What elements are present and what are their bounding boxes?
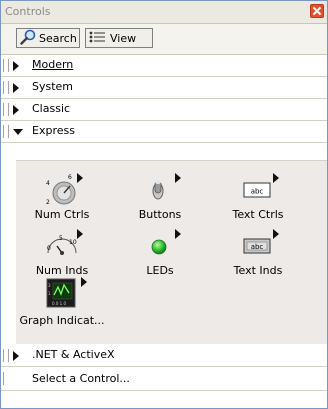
drag-grip-icon[interactable] (3, 349, 9, 362)
submenu-arrow-icon[interactable] (81, 277, 87, 287)
drag-grip-icon[interactable] (3, 125, 9, 138)
palette-toolbar: Search View (1, 24, 327, 55)
graph-icon: 3 1 0.0 1.0 (44, 277, 87, 311)
knob-dial-icon: 4 2 6 (46, 173, 83, 206)
palette-item-label: LEDs (146, 264, 174, 277)
category-classic[interactable]: Classic (1, 99, 327, 121)
category-express[interactable]: Express (1, 121, 327, 143)
expand-arrow-icon[interactable] (13, 105, 19, 115)
gauge-icon: 0 5 10 (46, 229, 83, 261)
view-button[interactable]: View (85, 28, 153, 48)
controls-palette-window: Controls Search View Modern System Class… (0, 0, 328, 409)
magnifier-icon (20, 29, 36, 48)
palette-item-label: Buttons (138, 208, 182, 221)
svg-text:6: 6 (68, 174, 72, 181)
palette-item-num-ctrls[interactable]: 4 2 6 Num Ctrls (22, 173, 102, 221)
drag-grip-icon[interactable] (3, 372, 5, 385)
palette-item-graph-indicators[interactable]: 3 1 0.0 1.0 Graph Indicat... (16, 277, 108, 327)
svg-text:2: 2 (46, 199, 50, 205)
palette-item-buttons[interactable]: Buttons (120, 173, 200, 221)
svg-text:0.0 1.0: 0.0 1.0 (52, 301, 66, 306)
category-label: Modern (32, 58, 74, 71)
text-indicator-icon: abc (242, 229, 279, 261)
gauge-tick-label: 0 (47, 245, 51, 252)
select-a-control-item[interactable]: Select a Control... (1, 368, 327, 391)
palette-item-num-inds[interactable]: 0 5 10 Num Inds (22, 229, 102, 277)
search-label: Search (39, 31, 77, 45)
drag-grip-icon[interactable] (3, 103, 9, 116)
category-label: Express (32, 124, 75, 137)
submenu-arrow-icon[interactable] (273, 173, 279, 183)
submenu-arrow-icon[interactable] (175, 173, 181, 183)
category-label: Classic (32, 102, 71, 115)
submenu-arrow-icon[interactable] (273, 229, 279, 239)
expand-arrow-icon[interactable] (13, 83, 19, 93)
text-box-icon: abc (242, 173, 279, 205)
text-indicator-glyph: abc (251, 243, 264, 251)
palette-item-label: Num Ctrls (34, 208, 90, 221)
select-a-control-label: Select a Control... (32, 372, 130, 385)
submenu-arrow-icon[interactable] (77, 173, 83, 183)
category-modern[interactable]: Modern (1, 55, 327, 77)
palette-item-label: Text Ctrls (232, 208, 284, 221)
category-system[interactable]: System (1, 77, 327, 99)
expand-arrow-icon[interactable] (13, 61, 19, 71)
palette-item-label: Num Inds (35, 264, 89, 277)
close-icon[interactable] (310, 4, 324, 18)
collapse-arrow-icon[interactable] (13, 129, 23, 135)
toggle-switch-icon (144, 173, 181, 205)
submenu-arrow-icon[interactable] (77, 229, 83, 239)
svg-text:4: 4 (46, 180, 50, 187)
gauge-tick-label: 10 (69, 239, 77, 246)
expand-arrow-icon[interactable] (13, 351, 19, 361)
palette-item-label: Text Inds (233, 264, 283, 277)
palette-item-label: Graph Indicat... (19, 314, 105, 327)
drag-grip-icon[interactable] (3, 81, 9, 94)
drag-grip-icon[interactable] (3, 59, 9, 72)
palette-item-text-inds[interactable]: abc Text Inds (218, 229, 298, 277)
category-dotnet-activex[interactable]: .NET & ActiveX (1, 345, 327, 367)
category-label: .NET & ActiveX (32, 348, 115, 361)
green-led-icon (144, 229, 181, 261)
gauge-tick-label: 5 (59, 235, 63, 242)
window-title: Controls (5, 5, 51, 18)
title-bar[interactable]: Controls (1, 1, 327, 24)
palette-item-text-ctrls[interactable]: abc Text Ctrls (218, 173, 298, 221)
palette-item-leds[interactable]: LEDs (120, 229, 200, 277)
view-label: View (110, 31, 137, 45)
search-button[interactable]: Search (16, 28, 80, 48)
express-palette: 4 2 6 Num Ctrls Buttons abc Text Ctrls 0… (16, 160, 327, 344)
submenu-arrow-icon[interactable] (175, 229, 181, 239)
category-label: System (32, 80, 74, 93)
view-list-icon (89, 30, 107, 47)
text-box-glyph: abc (251, 188, 264, 196)
